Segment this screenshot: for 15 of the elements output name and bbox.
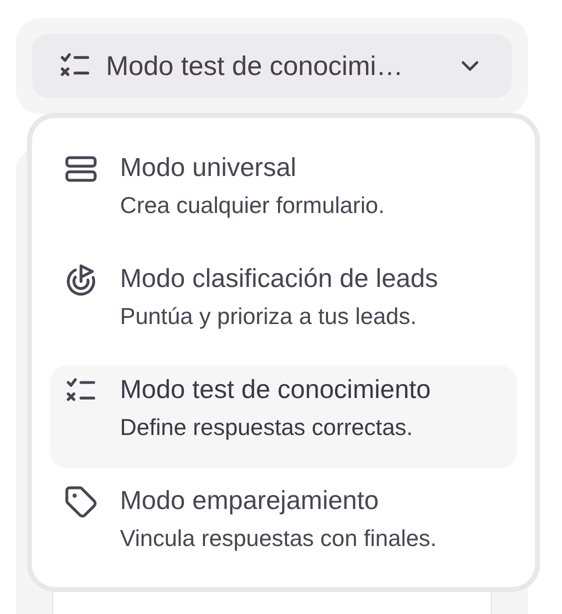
target-icon xyxy=(64,263,98,297)
item-title: Modo test de conocimiento xyxy=(120,373,431,406)
menu-item[interactable]: Modo clasificación de leads Puntúa y prioriza a tus leads. xyxy=(50,255,517,357)
item-description: Puntúa y prioriza a tus leads. xyxy=(120,302,418,331)
item-description: Define respuestas correctas. xyxy=(120,413,414,442)
tag-icon xyxy=(64,485,98,519)
item-title: Modo emparejamiento xyxy=(120,484,380,517)
mode-select-button[interactable]: Modo test de conocimi… xyxy=(32,34,512,98)
item-title: Modo clasificación de leads xyxy=(120,262,438,295)
menu-item[interactable]: Modo emparejamiento Vincula respuestas con finales. xyxy=(50,477,517,579)
item-description: Crea cualquier formulario. xyxy=(120,191,385,220)
item-description: Vincula respuestas con finales. xyxy=(120,524,437,553)
menu-item[interactable]: Modo test de conocimiento Define respuestas correctas. xyxy=(50,366,517,468)
item-title: Modo universal xyxy=(120,151,298,184)
menu-item[interactable]: Modo universal Crea cualquier formulario. xyxy=(50,144,517,246)
